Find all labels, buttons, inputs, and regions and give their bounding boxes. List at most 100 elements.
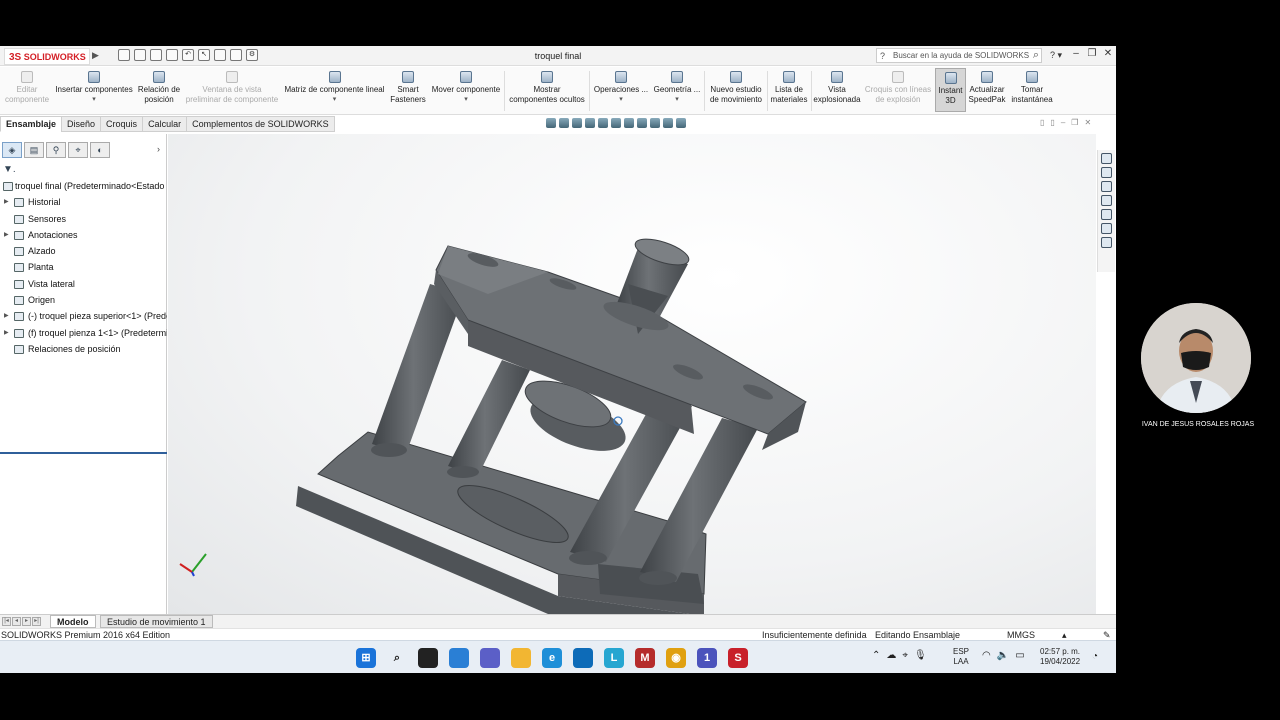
panel-expand-icon[interactable]: ›	[157, 144, 160, 154]
close-icon[interactable]: ✕	[1102, 48, 1114, 59]
microphone-icon[interactable]: 🎙	[914, 650, 927, 661]
onedrive-icon[interactable]: ☁	[886, 650, 896, 661]
file-properties-icon[interactable]	[230, 49, 242, 61]
solidworks-taskbar-icon[interactable]: S	[728, 648, 748, 668]
property-manager-tab-icon[interactable]: ▤	[24, 142, 44, 158]
tree-item-alzado[interactable]: Alzado	[0, 243, 167, 259]
menu-arrow-icon[interactable]: ▶	[92, 50, 99, 61]
file-explorer-icon[interactable]	[1101, 195, 1112, 206]
display-style-icon[interactable]	[624, 118, 634, 128]
open-icon[interactable]	[134, 49, 146, 61]
task-view-icon[interactable]	[418, 648, 438, 668]
tree-item-sensores[interactable]: Sensores	[0, 211, 167, 227]
dimxpert-tab-icon[interactable]: ⌖	[68, 142, 88, 158]
assembly-features-button[interactable]: Operaciones ... ▾	[592, 71, 650, 105]
forum-icon[interactable]	[1101, 237, 1112, 248]
instant-3d-button[interactable]: Instant 3D	[935, 68, 966, 112]
home-icon[interactable]	[1101, 153, 1112, 164]
tree-root[interactable]: troquel final (Predeterminado<Estado	[0, 178, 167, 194]
network-icon[interactable]: ⌖	[902, 650, 908, 661]
zoom-area-icon[interactable]	[559, 118, 569, 128]
start-icon[interactable]: ⊞	[356, 648, 376, 668]
custom-properties-icon[interactable]	[1101, 223, 1112, 234]
dropdown-icon[interactable]: ▾	[592, 95, 650, 105]
filter-icon[interactable]: ▼.	[3, 164, 16, 175]
update-speedpak-button[interactable]: Actualizar SpeedPak	[968, 71, 1006, 105]
zoom-to-fit-icon[interactable]	[546, 118, 556, 128]
tab-modelo[interactable]: Modelo	[50, 615, 96, 628]
tree-item-historial[interactable]: ▶ Historial	[0, 194, 167, 210]
component-preview-button[interactable]: Ventana de vista preliminar de component…	[184, 71, 280, 105]
rebuild-icon[interactable]	[214, 49, 226, 61]
help-search-input[interactable]: ? Buscar en la ayuda de SOLIDWORKS ⌕	[876, 48, 1042, 63]
smart-fasteners-button[interactable]: Smart Fasteners	[388, 71, 428, 105]
tree-item-pieza-1[interactable]: ▶ (f) troquel pienza 1<1> (Predetermi	[0, 325, 167, 341]
exploded-view-button[interactable]: Vista explosionada	[813, 71, 861, 105]
tab-diseno[interactable]: Diseño	[61, 116, 102, 132]
tab-croquis[interactable]: Croquis	[100, 116, 144, 132]
prev-tab-icon[interactable]: ◂	[12, 617, 21, 626]
tree-item-anotaciones[interactable]: ▶ Anotaciones	[0, 227, 167, 243]
tree-item-relaciones[interactable]: Relaciones de posición	[0, 341, 167, 357]
section-view-icon[interactable]	[585, 118, 595, 128]
tile-icon[interactable]: ▯	[1040, 118, 1044, 127]
notifications-icon[interactable]: ◔	[1092, 651, 1098, 662]
options-gear-icon[interactable]: ⚙	[246, 49, 258, 61]
appearances-icon[interactable]	[1101, 209, 1112, 220]
widgets-icon[interactable]	[449, 648, 469, 668]
show-hidden-components-button[interactable]: Mostrar componentes ocultos	[507, 71, 587, 105]
search-icon[interactable]: ⌕	[1033, 49, 1039, 62]
battery-icon[interactable]: ▭	[1015, 650, 1024, 661]
last-tab-icon[interactable]: ▸|	[32, 617, 41, 626]
mate-button[interactable]: Relación de posición	[136, 71, 182, 105]
store-icon[interactable]	[573, 648, 593, 668]
configuration-manager-tab-icon[interactable]: ⚲	[46, 142, 66, 158]
volume-icon[interactable]: 🔈	[997, 650, 1009, 661]
learn-app-icon[interactable]: L	[604, 648, 624, 668]
hide-show-items-icon[interactable]	[637, 118, 647, 128]
language-indicator[interactable]: ESP LAA	[953, 647, 969, 667]
new-icon[interactable]	[118, 49, 130, 61]
rollback-bar[interactable]	[0, 452, 167, 454]
new-motion-study-button[interactable]: Nuevo estudio de movimiento	[707, 71, 765, 105]
show-hidden-icons-icon[interactable]: ⌃	[872, 650, 880, 661]
save-icon[interactable]	[150, 49, 162, 61]
dynamic-annotation-icon[interactable]	[598, 118, 608, 128]
edit-appearance-icon[interactable]	[650, 118, 660, 128]
dropdown-icon[interactable]: ▾	[54, 95, 134, 105]
help-menu-icon[interactable]: ? ▾	[1050, 50, 1062, 61]
bill-of-materials-button[interactable]: Lista de materiales	[769, 71, 809, 105]
dropdown-icon[interactable]: ▾	[652, 95, 702, 105]
chat-icon[interactable]	[480, 648, 500, 668]
view-settings-icon[interactable]	[676, 118, 686, 128]
tree-item-origen[interactable]: Origen	[0, 292, 167, 308]
mcafee-icon[interactable]: M	[635, 648, 655, 668]
doc-minimize-icon[interactable]: –	[1061, 118, 1065, 127]
design-library-icon[interactable]	[1101, 181, 1112, 192]
search-icon[interactable]: ⌕	[387, 648, 407, 668]
dropdown-icon[interactable]: ▾	[430, 95, 502, 105]
take-snapshot-button[interactable]: Tomar instantánea	[1008, 71, 1056, 105]
reference-geometry-button[interactable]: Geometría ... ▾	[652, 71, 702, 105]
dropdown-icon[interactable]: ▾	[283, 95, 386, 105]
tab-complementos[interactable]: Complementos de SOLIDWORKS	[186, 116, 335, 132]
chrome-icon[interactable]: ◉	[666, 648, 686, 668]
tree-item-vista-lateral[interactable]: Vista lateral	[0, 276, 167, 292]
move-component-button[interactable]: Mover componente ▾	[430, 71, 502, 105]
tab-ensamblaje[interactable]: Ensamblaje	[0, 116, 63, 132]
tab-estudio-movimiento[interactable]: Estudio de movimiento 1	[100, 615, 213, 628]
select-icon[interactable]: ↖	[198, 49, 210, 61]
expand-icon[interactable]: ▶	[4, 308, 9, 324]
previous-view-icon[interactable]	[572, 118, 582, 128]
edit-component-button[interactable]: Editar componente	[2, 71, 52, 105]
feature-manager-tab-icon[interactable]: ◈	[2, 142, 22, 158]
resources-icon[interactable]	[1101, 167, 1112, 178]
undo-icon[interactable]: ↶	[182, 49, 194, 61]
expand-icon[interactable]: ▶	[4, 194, 9, 210]
print-icon[interactable]	[166, 49, 178, 61]
solidworks-logo[interactable]: 3S SOLIDWORKS	[4, 48, 90, 65]
display-manager-tab-icon[interactable]: ◐	[90, 142, 110, 158]
insert-components-button[interactable]: Insertar componentes ▾	[54, 71, 134, 105]
doc-restore-icon[interactable]: ❐	[1071, 118, 1078, 127]
graphics-area[interactable]	[168, 134, 1096, 634]
